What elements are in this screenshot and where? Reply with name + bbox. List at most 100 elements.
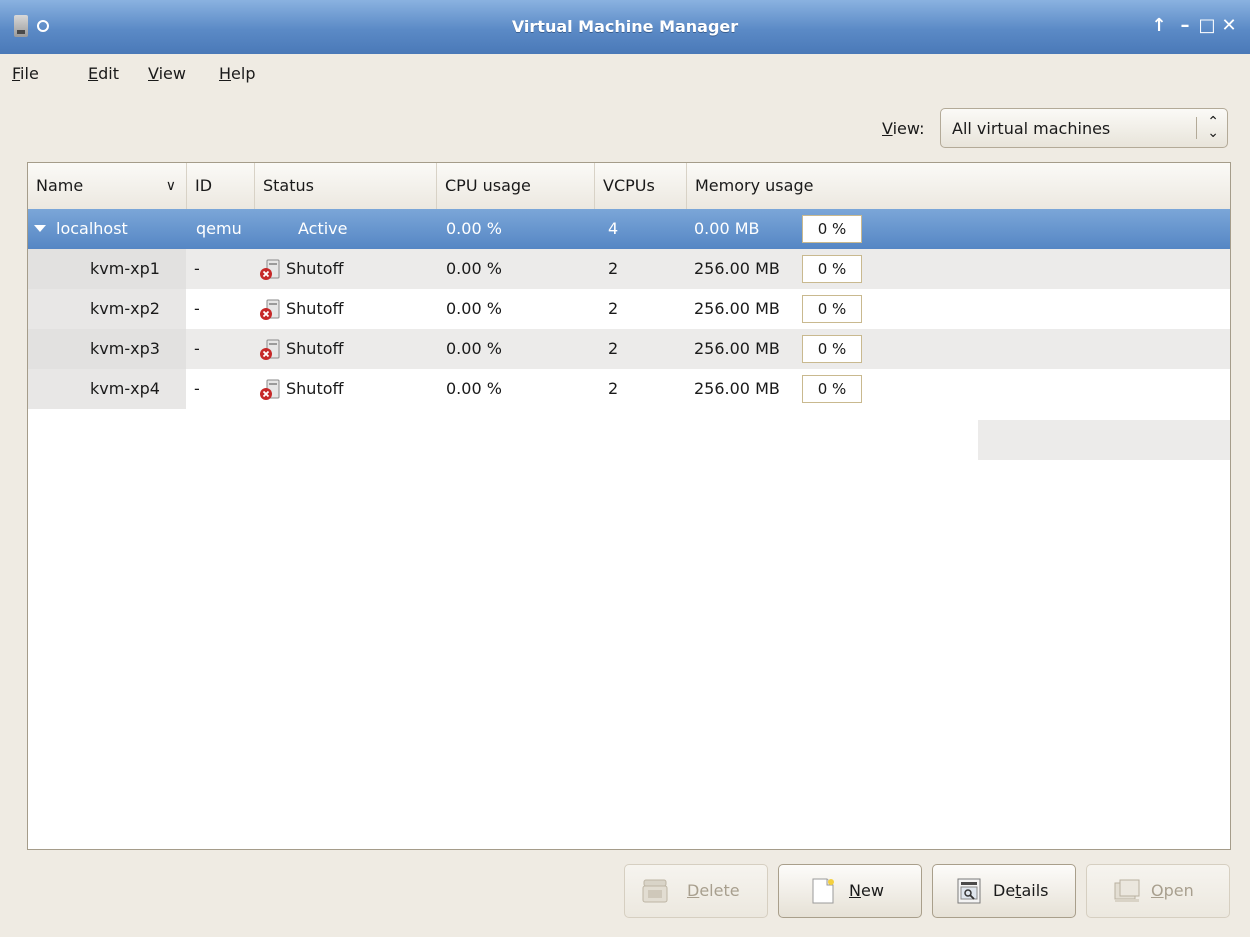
menu-file-label: ile	[20, 64, 39, 83]
host-status: Active	[298, 219, 348, 238]
vm-list-header: Name ∨ ID Status CPU usage VCPUs Memory u…	[28, 163, 1230, 210]
vm-memory-percent: 0 %	[802, 295, 862, 323]
column-header-name[interactable]: Name ∨	[28, 163, 186, 209]
menu-help-label: elp	[231, 64, 256, 83]
delete-icon	[642, 879, 668, 903]
column-header-id-label: ID	[195, 176, 213, 195]
column-header-status-label: Status	[263, 176, 314, 195]
menu-view[interactable]: View	[148, 64, 186, 83]
vm-name: kvm-xp4	[90, 379, 160, 398]
vm-id: -	[194, 379, 200, 398]
vm-row[interactable]: kvm-xp2 - Shutoff 0.00 % 2 256.00 MB 0 %	[28, 289, 1230, 329]
column-header-status[interactable]: Status	[254, 163, 436, 209]
delete-mnemonic: D	[687, 881, 700, 900]
expander-open-icon[interactable]	[34, 225, 46, 232]
vm-name: kvm-xp1	[90, 259, 160, 278]
menu-file[interactable]: File	[12, 64, 39, 83]
vm-memory-percent: 0 %	[802, 255, 862, 283]
host-name: localhost	[56, 219, 128, 238]
details-icon	[957, 878, 981, 904]
vm-memory: 256.00 MB	[694, 339, 780, 358]
menu-bar: File Edit View Help	[0, 56, 1250, 92]
vm-list[interactable]: Name ∨ ID Status CPU usage VCPUs Memory u…	[27, 162, 1231, 850]
vm-cpu: 0.00 %	[446, 299, 502, 318]
menu-view-mnemonic: V	[148, 64, 159, 83]
column-header-vcpus-label: VCPUs	[603, 176, 655, 195]
vm-memory-percent: 0 %	[802, 375, 862, 403]
shutoff-icon	[260, 299, 280, 320]
menu-file-mnemonic: F	[12, 64, 21, 83]
menu-help[interactable]: Help	[219, 64, 255, 83]
host-name-cell: localhost	[34, 209, 128, 249]
view-filter-value: All virtual machines	[952, 119, 1111, 138]
column-header-cpu[interactable]: CPU usage	[436, 163, 594, 209]
new-vm-icon	[812, 878, 834, 904]
vm-cpu: 0.00 %	[446, 259, 502, 278]
host-row[interactable]: localhost qemu Active 0.00 % 4 0.00 MB 0…	[28, 209, 1230, 249]
host-cpu: 0.00 %	[446, 219, 502, 238]
details-label-rest: ails	[1021, 881, 1049, 900]
vm-status: Shutoff	[286, 339, 344, 358]
vm-status: Shutoff	[286, 259, 344, 278]
column-header-vcpus[interactable]: VCPUs	[594, 163, 686, 209]
open-button-label: Open	[1151, 865, 1194, 917]
close-icon[interactable]: ✕	[1218, 14, 1240, 38]
vmm-window: Virtual Machine Manager ↑ – □ ✕ File Edi…	[0, 0, 1250, 937]
maximize-icon[interactable]: □	[1196, 14, 1218, 38]
vm-id: -	[194, 259, 200, 278]
host-memory: 0.00 MB	[694, 219, 760, 238]
new-button[interactable]: New	[778, 864, 922, 918]
vm-row[interactable]: kvm-xp1 - Shutoff 0.00 % 2 256.00 MB 0 %	[28, 249, 1230, 289]
keep-above-icon[interactable]: ↑	[1148, 14, 1170, 38]
host-id: qemu	[196, 219, 242, 238]
details-button[interactable]: Details	[932, 864, 1076, 918]
vm-row[interactable]: kvm-xp4 - Shutoff 0.00 % 2 256.00 MB 0 %	[28, 369, 1230, 409]
column-header-id[interactable]: ID	[186, 163, 254, 209]
shutoff-icon	[260, 339, 280, 360]
vm-id: -	[194, 299, 200, 318]
menu-edit[interactable]: Edit	[88, 64, 119, 83]
column-header-memory[interactable]: Memory usage	[686, 163, 1230, 209]
menu-view-label: iew	[158, 64, 186, 83]
vm-id: -	[194, 339, 200, 358]
open-button[interactable]: Open	[1086, 864, 1230, 918]
title-bar[interactable]: Virtual Machine Manager ↑ – □ ✕	[0, 0, 1250, 54]
vm-cpu: 0.00 %	[446, 339, 502, 358]
view-filter-combo[interactable]: All virtual machines ⌃ ⌄	[940, 108, 1228, 148]
view-filter-label-text: iew:	[892, 119, 925, 138]
vm-vcpus: 2	[608, 379, 619, 398]
delete-button[interactable]: Delete	[624, 864, 768, 918]
open-label-rest: pen	[1163, 881, 1194, 900]
column-header-cpu-label: CPU usage	[445, 176, 531, 195]
minimize-icon[interactable]: –	[1174, 14, 1196, 38]
vm-memory: 256.00 MB	[694, 259, 780, 278]
vm-row[interactable]: kvm-xp3 - Shutoff 0.00 % 2 256.00 MB 0 %	[28, 329, 1230, 369]
vm-vcpus: 2	[608, 339, 619, 358]
vm-memory: 256.00 MB	[694, 379, 780, 398]
open-mnemonic: O	[1151, 881, 1164, 900]
menu-help-mnemonic: H	[219, 64, 232, 83]
shutoff-icon	[260, 379, 280, 400]
delete-button-label: Delete	[687, 865, 740, 917]
combo-separator	[1196, 117, 1197, 139]
vm-cpu: 0.00 %	[446, 379, 502, 398]
new-label-rest: ew	[860, 881, 884, 900]
vm-vcpus: 2	[608, 299, 619, 318]
delete-label-rest: elete	[699, 881, 740, 900]
window-title: Virtual Machine Manager	[511, 17, 739, 36]
new-button-label: New	[849, 865, 884, 917]
vm-memory-percent: 0 %	[802, 335, 862, 363]
sort-descending-icon: ∨	[165, 178, 176, 194]
view-filter-label: View:	[882, 119, 924, 138]
column-header-memory-label: Memory usage	[695, 176, 814, 195]
combo-arrows-icon: ⌃ ⌄	[1207, 114, 1219, 141]
new-mnemonic: N	[849, 881, 861, 900]
column-header-name-label: Name	[36, 176, 84, 195]
details-button-label: Details	[993, 865, 1048, 917]
menu-edit-label: dit	[98, 64, 119, 83]
vm-memory: 256.00 MB	[694, 299, 780, 318]
host-memory-percent: 0 %	[802, 215, 862, 243]
menu-edit-mnemonic: E	[88, 64, 99, 83]
vm-vcpus: 2	[608, 259, 619, 278]
vm-name: kvm-xp3	[90, 339, 160, 358]
